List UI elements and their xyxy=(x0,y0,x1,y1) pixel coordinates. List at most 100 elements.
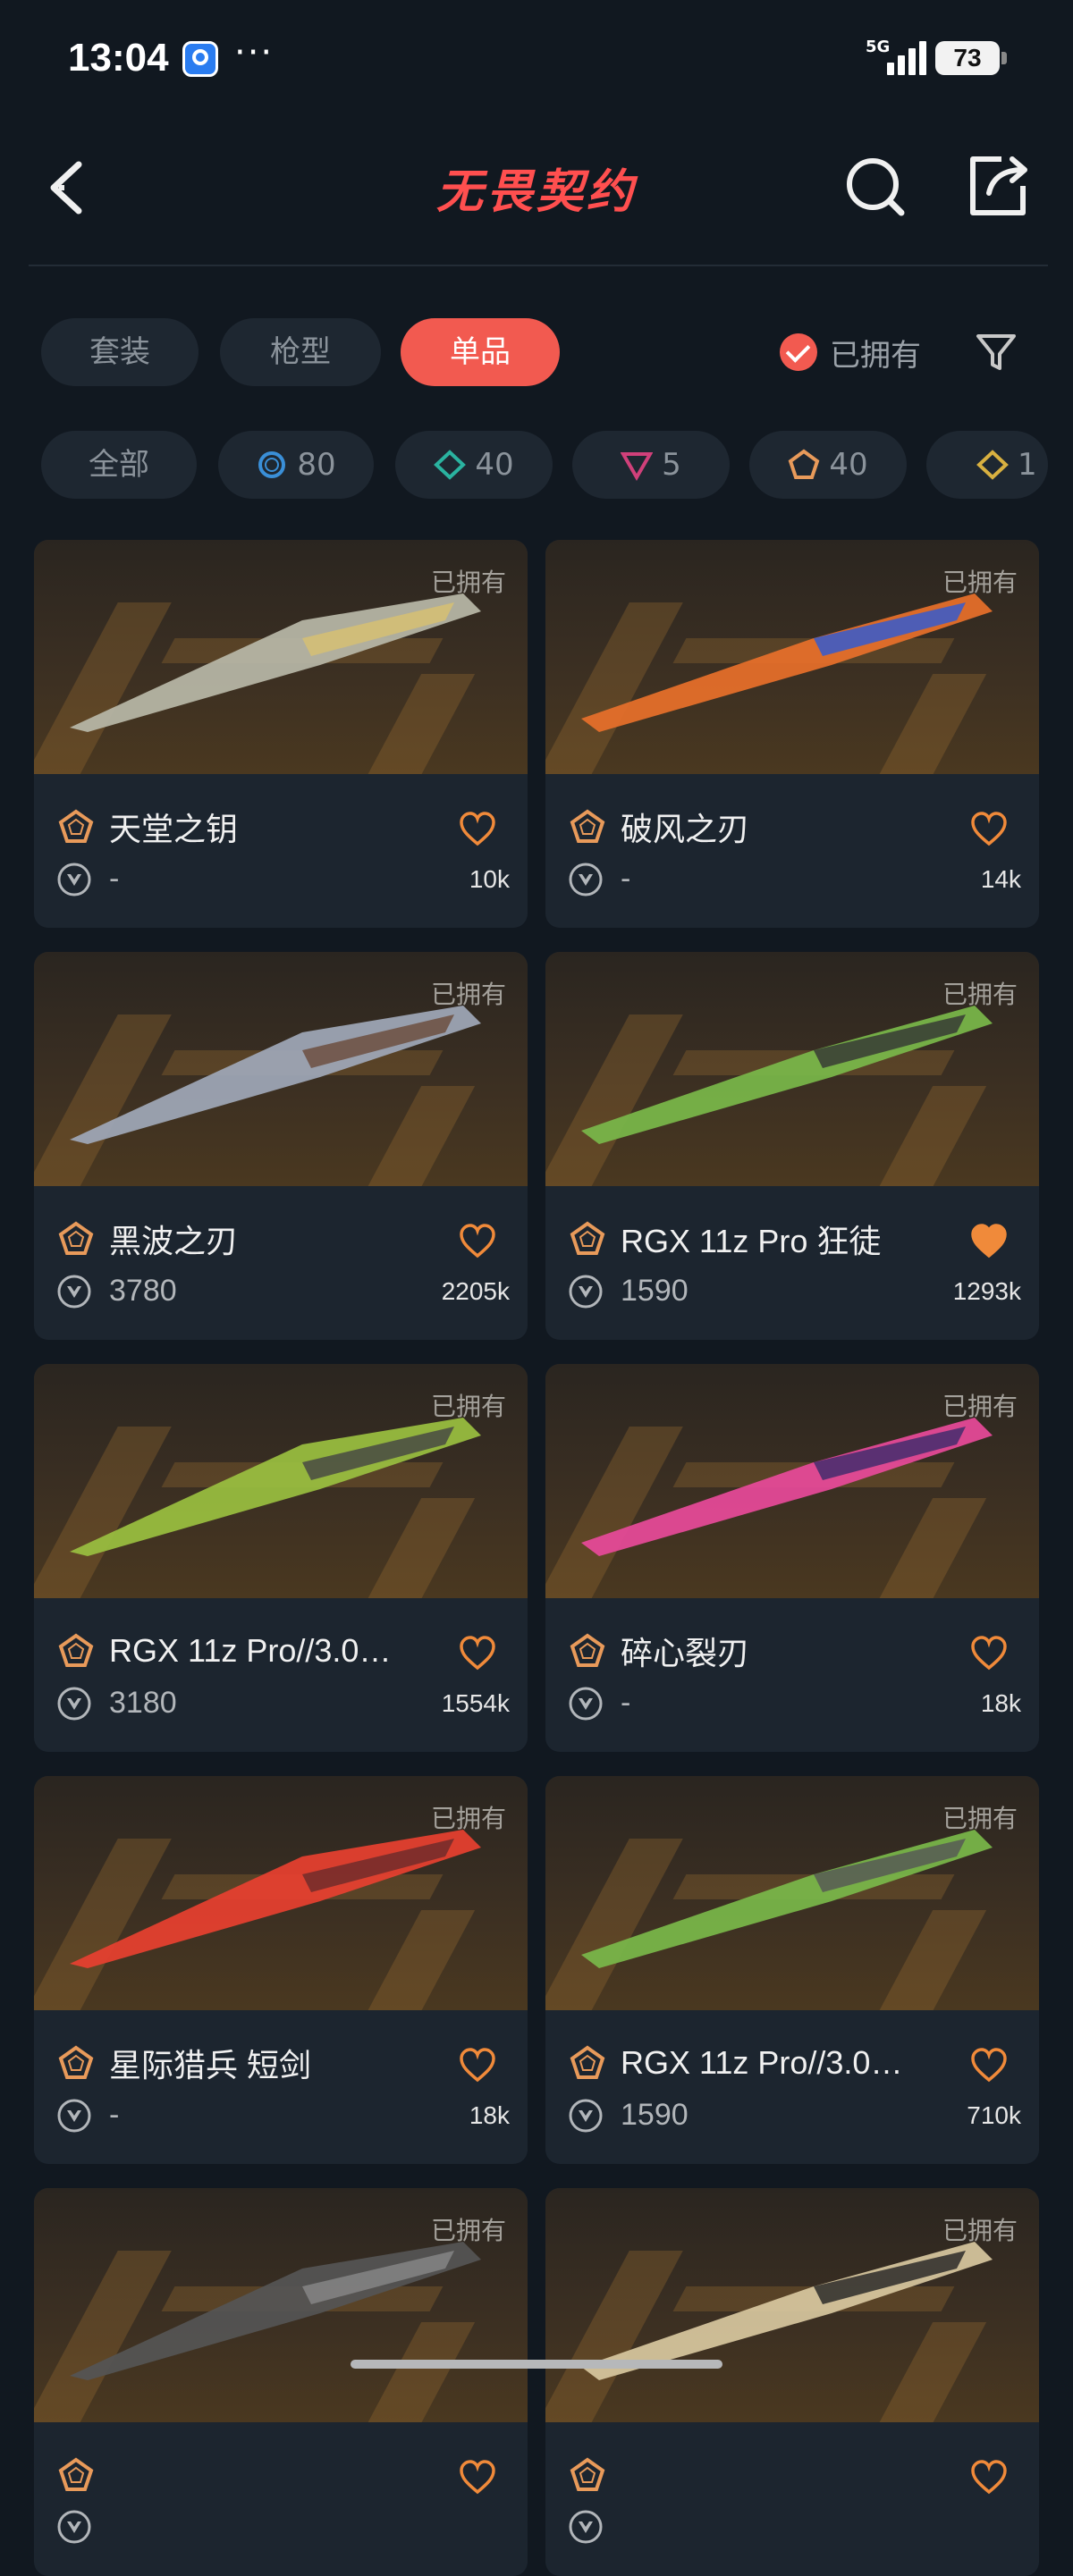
chip-label: 全部 xyxy=(89,447,149,483)
heart-outline-icon[interactable] xyxy=(969,810,1009,847)
tier-triangle-icon xyxy=(621,452,654,481)
home-indicator[interactable] xyxy=(351,2360,722,2369)
like-count: 18k xyxy=(469,2101,510,2129)
chip-label: 1 xyxy=(1018,447,1037,483)
valorant-points-icon xyxy=(57,1275,91,1308)
like-count: 18k xyxy=(980,1689,1021,1717)
like-count: 1293k xyxy=(952,1277,1021,1305)
tier-pentagon-icon xyxy=(58,809,94,843)
valorant-points-icon xyxy=(569,863,603,896)
owned-label: 已拥有 xyxy=(430,2216,506,2245)
search-icon[interactable] xyxy=(841,150,912,222)
owned-filter-toggle[interactable]: 已拥有 xyxy=(780,318,921,386)
item-card[interactable]: 已拥有 破风之刃 - 14k xyxy=(545,540,1039,928)
chip-tier-exclusive[interactable]: 40 xyxy=(749,431,907,499)
owned-label: 已拥有 xyxy=(942,2216,1018,2245)
owned-label: 已拥有 xyxy=(430,1392,506,1421)
item-card[interactable]: 已拥有 黑波之刃 3780 2205k xyxy=(34,952,528,1340)
item-card[interactable]: 已拥有 RGX 11z Pro//3.0… 1590 710k xyxy=(545,1776,1039,2164)
item-price: 3180 xyxy=(109,1686,177,1720)
checked-icon xyxy=(780,333,817,371)
like-count: 1554k xyxy=(441,1689,510,1717)
tier-pentagon-icon xyxy=(570,1221,605,1255)
item-name: RGX 11z Pro//3.0… xyxy=(109,1632,392,1669)
tier-pentagon-icon xyxy=(570,1633,605,1667)
tier-pentagon-icon xyxy=(570,2045,605,2079)
item-name: 星际猎兵 短剑 xyxy=(109,2047,312,2084)
chip-label: 5 xyxy=(662,447,681,483)
chip-all[interactable]: 全部 xyxy=(41,431,197,499)
item-price: - xyxy=(621,1686,631,1720)
heart-outline-icon[interactable] xyxy=(458,2458,497,2496)
status-bar: 13:04 ··· 5G 73 xyxy=(0,0,1073,125)
owned-label: 已拥有 xyxy=(430,1804,506,1833)
tab-bundles[interactable]: 套装 xyxy=(41,318,199,386)
heart-outline-icon[interactable] xyxy=(458,810,497,847)
item-card[interactable]: 已拥有 xyxy=(545,2188,1039,2576)
heart-outline-icon[interactable] xyxy=(969,2458,1009,2496)
chip-label: 80 xyxy=(297,447,336,483)
item-name: 天堂之钥 xyxy=(109,811,239,847)
owned-label: 已拥有 xyxy=(942,568,1018,597)
valorant-points-icon xyxy=(57,1687,91,1720)
valorant-points-icon xyxy=(569,2510,603,2544)
filter-icon[interactable] xyxy=(975,331,1018,374)
owned-label: 已拥有 xyxy=(430,980,506,1009)
owned-label: 已拥有 xyxy=(942,1392,1018,1421)
battery-icon: 73 xyxy=(935,41,1007,75)
item-card[interactable]: 已拥有 RGX 11z Pro 狂徒 1590 1293k xyxy=(545,952,1039,1340)
item-price: - xyxy=(621,862,631,896)
heart-outline-icon[interactable] xyxy=(969,2046,1009,2084)
item-name: 黑波之刃 xyxy=(109,1223,239,1259)
top-nav: 无畏契约 xyxy=(0,125,1073,268)
heart-filled-icon[interactable] xyxy=(969,1222,1009,1259)
chip-tier-premium[interactable]: 5 xyxy=(572,431,730,499)
like-count: 710k xyxy=(967,2101,1021,2129)
tab-items[interactable]: 单品 xyxy=(401,318,560,386)
chip-label: 40 xyxy=(829,447,868,483)
tier-pentagon-icon xyxy=(570,809,605,843)
tier-diamond-icon xyxy=(976,450,1009,480)
network-type: 5G xyxy=(866,38,891,56)
item-price: - xyxy=(109,862,120,896)
tier-pentagon-icon xyxy=(58,1633,94,1667)
cellular-signal-icon: 5G xyxy=(866,38,928,77)
tab-weapon-types[interactable]: 枪型 xyxy=(220,318,381,386)
header-divider xyxy=(29,265,1048,266)
item-name: 碎心裂刃 xyxy=(621,1635,750,1671)
valorant-points-icon xyxy=(569,1275,603,1308)
tier-pentagon-icon xyxy=(58,2457,94,2491)
tier-diamond-icon xyxy=(434,450,467,480)
status-time: 13:04 xyxy=(68,36,169,80)
tier-pentagon-icon xyxy=(570,2457,605,2491)
item-price: 3780 xyxy=(109,1274,177,1308)
item-card[interactable]: 已拥有 xyxy=(34,2188,528,2576)
item-price: 1590 xyxy=(621,2098,689,2132)
heart-outline-icon[interactable] xyxy=(458,2046,497,2084)
chip-tier-deluxe[interactable]: 40 xyxy=(395,431,553,499)
chip-tier-select[interactable]: 80 xyxy=(218,431,374,499)
app-notification-icon xyxy=(182,41,218,77)
item-card[interactable]: 已拥有 碎心裂刃 - 18k xyxy=(545,1364,1039,1752)
item-card[interactable]: 已拥有 天堂之钥 - 10k xyxy=(34,540,528,928)
like-count: 2205k xyxy=(441,1277,510,1305)
item-name: 破风之刃 xyxy=(621,811,750,847)
chip-tier-ultra[interactable]: 1 xyxy=(926,431,1048,499)
valorant-points-icon xyxy=(57,2099,91,2132)
item-card[interactable]: 已拥有 星际猎兵 短剑 - 18k xyxy=(34,1776,528,2164)
tier-pentagon-icon xyxy=(58,2045,94,2079)
share-icon[interactable] xyxy=(962,150,1034,222)
heart-outline-icon[interactable] xyxy=(458,1222,497,1259)
tier-pentagon-icon xyxy=(789,449,820,479)
like-count: 14k xyxy=(980,865,1021,893)
heart-outline-icon[interactable] xyxy=(458,1634,497,1671)
owned-label: 已拥有 xyxy=(942,1804,1018,1833)
heart-outline-icon[interactable] xyxy=(969,1634,1009,1671)
valorant-points-icon xyxy=(57,2510,91,2544)
item-card[interactable]: 已拥有 RGX 11z Pro//3.0… 3180 1554k xyxy=(34,1364,528,1752)
valorant-points-icon xyxy=(569,2099,603,2132)
owned-label: 已拥有 xyxy=(430,568,506,597)
tier-circle-icon xyxy=(258,451,286,478)
item-price: - xyxy=(109,2098,120,2132)
more-notifications-icon: ··· xyxy=(234,32,275,73)
